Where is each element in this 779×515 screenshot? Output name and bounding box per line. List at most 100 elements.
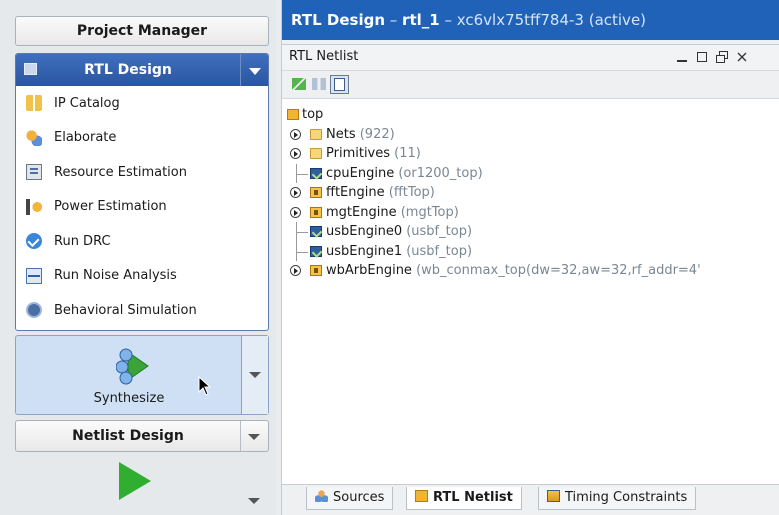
project-manager-label: Project Manager — [76, 23, 208, 39]
tree-branch-line — [296, 232, 308, 233]
tree-row-label: mgtEngine (mgtTop) — [326, 203, 459, 223]
flow-navigator: Project Manager RTL Design IP Catalog Ela… — [0, 0, 276, 515]
tree-row-label: fftEngine (fftTop) — [326, 183, 435, 203]
expand-all-icon[interactable] — [310, 75, 329, 94]
tree-row[interactable]: usbEngine1 (usbf_top) — [287, 241, 779, 261]
module-icon — [310, 187, 322, 198]
design-header: RTL Design – rtl_1 – xc6vlx75tff784-3 (a… — [282, 0, 779, 40]
tree-row-type: (or1200_top) — [394, 165, 483, 181]
tree-row-type: (fftTop) — [384, 185, 435, 200]
tree-row-type: (usbf_top) — [402, 243, 473, 259]
expand-toggle-icon[interactable] — [290, 148, 301, 159]
netlist-tree: top Nets (922) Primitives (11) cpuEngine (… — [282, 99, 779, 281]
synthesize-button[interactable]: Synthesize — [16, 336, 242, 414]
tree-row-type: (wb_conmax_top(dw=32,aw=32,rf_addr=4' — [411, 263, 701, 278]
expand-toggle-icon[interactable] — [290, 187, 301, 198]
rtl-item[interactable]: Run DRC — [16, 224, 268, 259]
tree-root-label: top — [302, 107, 324, 122]
rtl-design-title: RTL Design — [84, 62, 172, 78]
tree-row[interactable]: usbEngine0 (usbf_top) — [287, 222, 779, 242]
tree-branch-line — [296, 251, 308, 253]
tree-row-type: (11) — [390, 146, 421, 161]
rtl-item-label: Elaborate — [54, 130, 117, 146]
rtl-design-header[interactable]: RTL Design — [16, 54, 268, 86]
tree-row[interactable]: Primitives (11) — [287, 144, 779, 164]
tab-label: Sources — [333, 490, 385, 505]
tree-row-label: usbEngine0 (usbf_top) — [326, 222, 472, 242]
tree-row-name: cpuEngine — [326, 165, 395, 181]
tab[interactable]: Timing Constraints — [538, 487, 697, 510]
noise-analysis-icon — [26, 267, 42, 284]
tree-row-type: (usbf_top) — [402, 224, 473, 239]
rtl-item[interactable]: Power Estimation — [16, 190, 268, 225]
elaborate-icon — [26, 129, 42, 146]
tree-row-name: fftEngine — [326, 185, 385, 200]
minimize-icon[interactable] — [675, 48, 689, 66]
tree-row-name: Primitives — [326, 146, 391, 161]
netlist-design-dropdown[interactable] — [240, 421, 268, 451]
show-hierarchy-icon[interactable] — [330, 75, 349, 94]
netlist-toolbar — [282, 71, 779, 99]
tree-row[interactable]: fftEngine (fftTop) — [287, 183, 779, 203]
header-design-name: rtl_1 — [402, 11, 440, 29]
tree-row-type: (mgtTop) — [396, 204, 459, 220]
rtl-item-label: Power Estimation — [54, 199, 167, 215]
timing-constraints-icon — [547, 490, 560, 502]
expand-toggle-icon[interactable] — [290, 206, 301, 218]
project-manager-button[interactable]: Project Manager — [15, 16, 269, 46]
netlist-design-button[interactable]: Netlist Design — [15, 420, 269, 452]
tree-root[interactable]: top — [287, 105, 779, 125]
tab[interactable]: Sources — [306, 487, 394, 510]
restore-icon[interactable] — [715, 48, 729, 66]
expand-toggle-icon[interactable] — [290, 128, 301, 140]
expand-toggle-icon[interactable] — [290, 265, 301, 276]
rtl-design-items: IP Catalog Elaborate Resource Estimation Po… — [16, 86, 268, 328]
tab-label: RTL Netlist — [433, 490, 513, 505]
run-dropdown[interactable] — [241, 456, 269, 515]
instance-icon — [310, 226, 322, 237]
mouse-cursor-icon — [198, 376, 212, 396]
bottom-tabbar: Sources RTL Netlist Timing Constraints — [282, 484, 779, 515]
rtl-item[interactable]: Run Noise Analysis — [16, 259, 268, 294]
header-device: – xc6vlx75tff784-3 (active) — [439, 11, 647, 29]
maximize-icon[interactable] — [695, 48, 709, 66]
tree-row[interactable]: mgtEngine (mgtTop) — [287, 203, 779, 223]
simulation-icon — [26, 302, 42, 319]
rtl-item[interactable]: Behavioral Simulation — [16, 293, 268, 328]
rtl-item[interactable]: Elaborate — [16, 121, 268, 156]
instance-icon — [310, 245, 322, 257]
tree-branch-line — [296, 173, 308, 175]
tree-row-type: (922) — [355, 126, 395, 142]
resource-estimation-icon — [26, 164, 42, 181]
tab[interactable]: RTL Netlist — [406, 487, 522, 510]
tree-row-name: wbArbEngine — [326, 263, 412, 278]
tree-row[interactable]: wbArbEngine (wb_conmax_top(dw=32,aw=32,r… — [287, 261, 779, 281]
rtl-netlist-window: RTL Netlist top Nets (922) Primitives (11… — [282, 44, 779, 484]
rtl-item-label: Run Noise Analysis — [54, 268, 177, 284]
netlist-design-label: Netlist Design — [72, 428, 184, 444]
synthesize-dropdown[interactable] — [241, 336, 268, 414]
rtl-design-dropdown[interactable] — [240, 54, 268, 86]
collapse-all-icon[interactable] — [290, 75, 309, 94]
sources-icon — [315, 490, 328, 502]
tree-row-name: Nets — [326, 126, 356, 142]
tree-row[interactable]: Nets (922) — [287, 125, 779, 145]
close-icon[interactable] — [735, 48, 749, 66]
window-title: RTL Netlist — [289, 49, 359, 64]
rtl-item-label: Resource Estimation — [54, 164, 187, 180]
run-play-icon[interactable] — [119, 462, 151, 500]
tree-row[interactable]: cpuEngine (or1200_top) — [287, 163, 779, 183]
tree-row-label: Primitives (11) — [326, 144, 421, 164]
module-icon — [310, 206, 322, 218]
rtl-item[interactable]: Resource Estimation — [16, 155, 268, 190]
folder-icon — [310, 148, 322, 159]
rtl-item[interactable]: IP Catalog — [16, 86, 268, 121]
tree-row-name: usbEngine1 — [326, 243, 403, 259]
rtl-netlist-icon — [415, 490, 428, 502]
tab-label: Timing Constraints — [565, 490, 688, 505]
tree-row-name: mgtEngine — [326, 204, 397, 220]
header-title: RTL Design — [291, 11, 385, 29]
rtl-item-label: Behavioral Simulation — [54, 302, 197, 318]
instance-icon — [310, 167, 322, 179]
folder-icon — [310, 128, 322, 140]
